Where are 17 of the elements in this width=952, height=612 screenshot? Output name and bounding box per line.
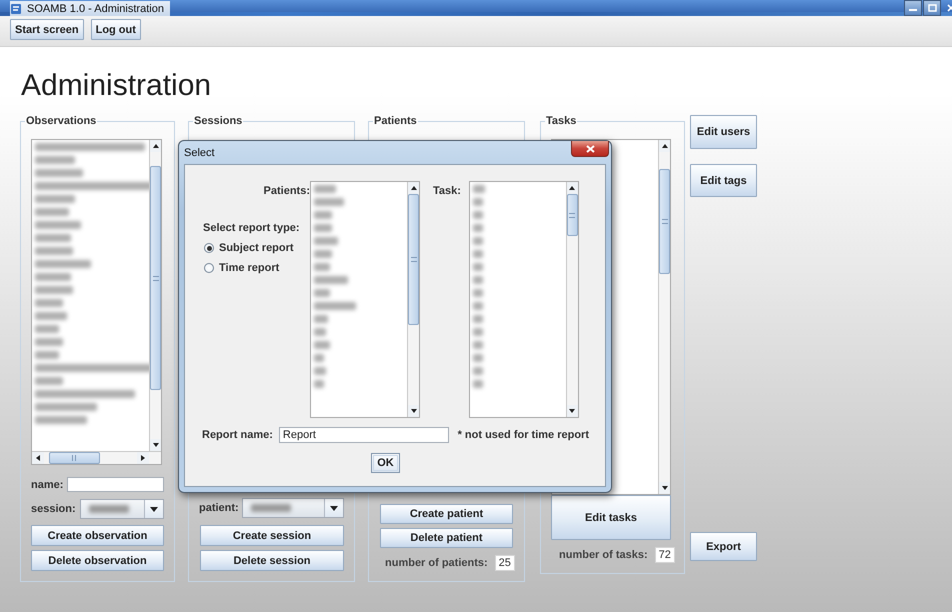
page-heading: Administration: [21, 69, 212, 103]
count-label: number of patients:: [385, 557, 488, 569]
field-label: patient:: [199, 502, 237, 514]
window-title: SOAMB 1.0 - Administration: [27, 3, 164, 15]
note-text: * not used for time report: [458, 429, 589, 441]
task-label: Task:: [433, 185, 461, 197]
panel-title: Tasks: [545, 115, 578, 127]
panel-title: Patients: [373, 115, 418, 127]
dialog-title: Select: [184, 146, 215, 159]
panel-title: Observations: [25, 115, 98, 127]
field-label: session:: [31, 503, 76, 515]
report-name-label: Report name:: [202, 429, 273, 441]
report-type-label: Select report type:: [203, 222, 301, 234]
patients-label: Patients:: [264, 185, 310, 197]
panel-title: Sessions: [193, 115, 244, 127]
field-label: name:: [31, 478, 64, 490]
count-label: number of tasks:: [559, 549, 648, 561]
